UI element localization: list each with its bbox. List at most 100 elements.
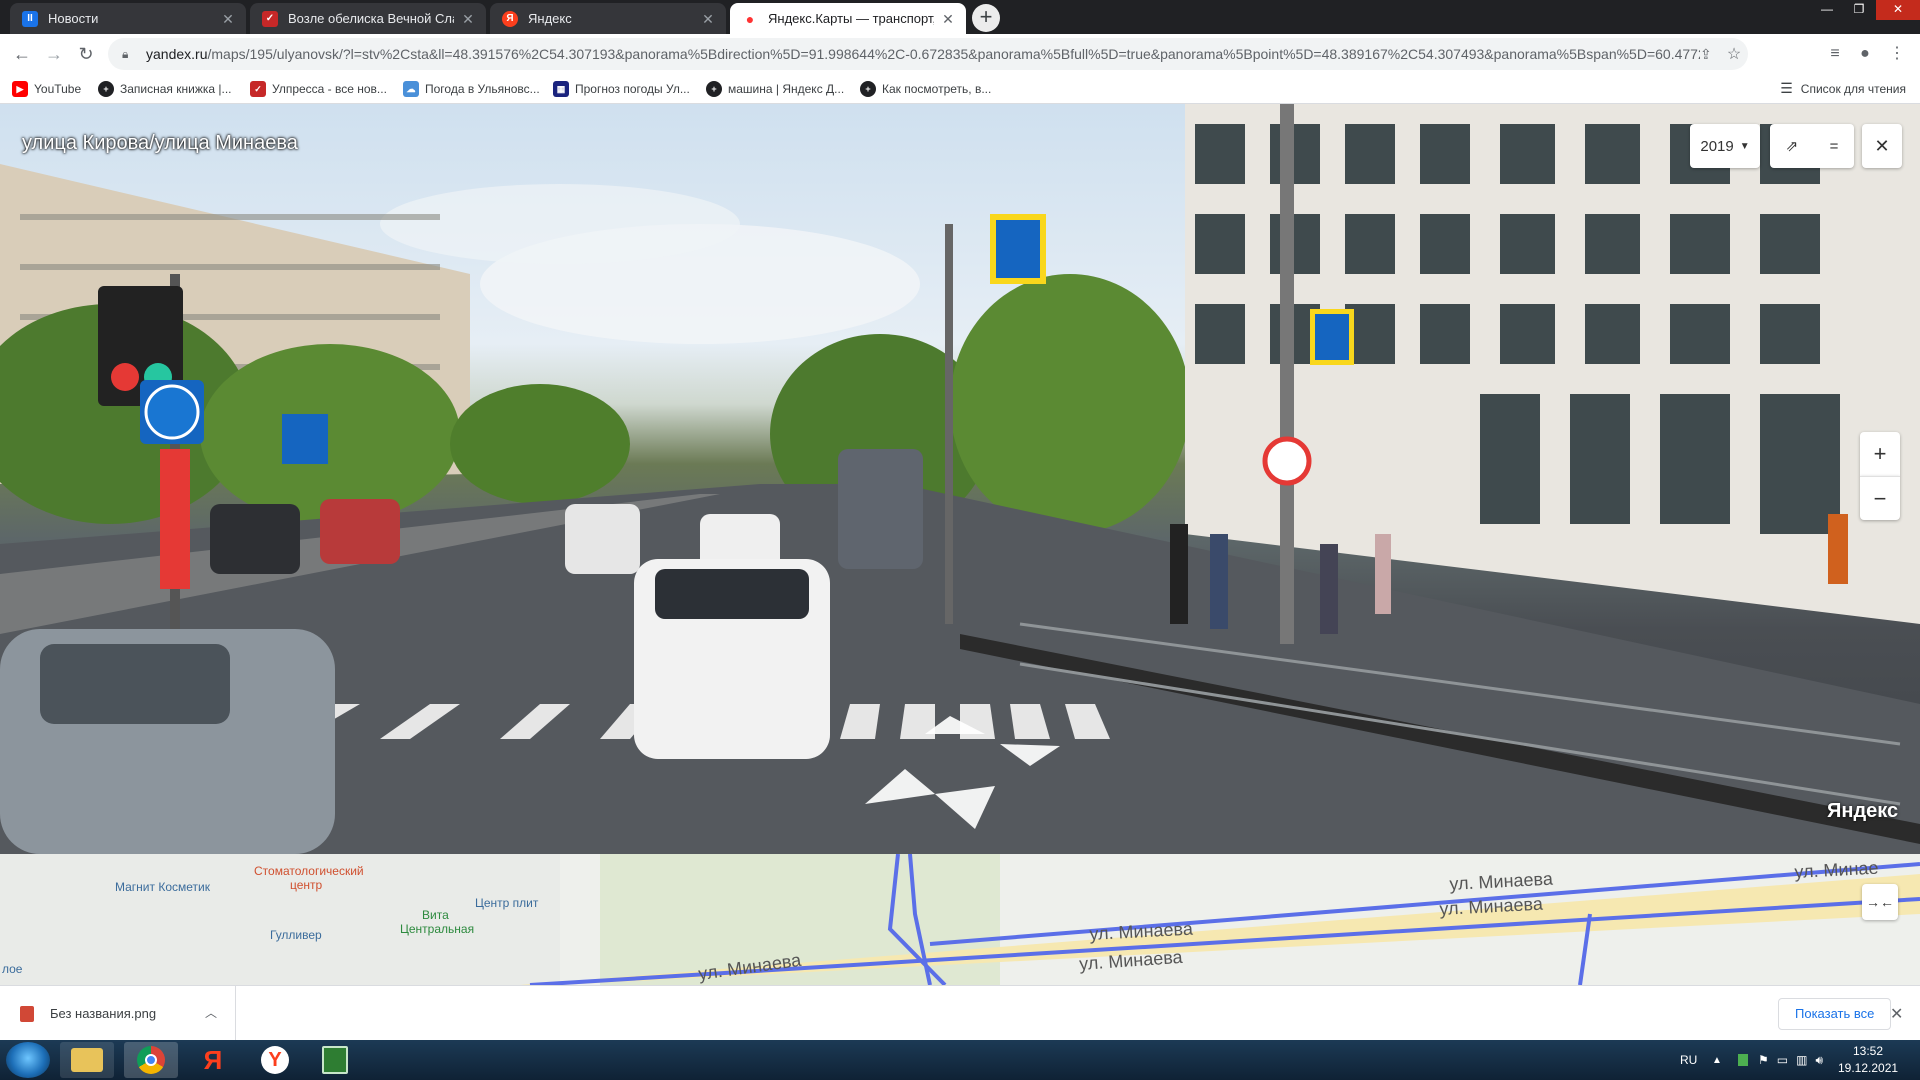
download-item[interactable]: Без названия.png (0, 986, 236, 1041)
show-all-downloads-button[interactable]: Показать все (1778, 998, 1892, 1030)
reading-list-icon: ☰ (1780, 80, 1793, 96)
tab-title: Новости (48, 11, 99, 26)
poi-label[interactable]: лое (2, 962, 22, 976)
panorama-scene (0, 104, 1920, 854)
zoom-out-button[interactable]: − (1860, 476, 1900, 520)
bookmark-car[interactable]: + машина | Яндекс Д... (706, 80, 844, 98)
clock-time: 13:52 (1852, 1044, 1884, 1058)
lock-icon[interactable]: 🔒︎ (122, 47, 134, 61)
panorama-street-label: улица Кирова/улица Минаева (22, 132, 298, 154)
poi-label[interactable]: Стоматологический (254, 864, 364, 878)
close-shelf-icon[interactable]: ✕ (1890, 1004, 1903, 1024)
plus-circle-icon: + (860, 81, 876, 97)
collapse-map-button[interactable]: →← (1862, 884, 1898, 920)
bookmark-ulpressa[interactable]: ✓ Улпресса - все нов... (250, 80, 387, 98)
bookmark-label: Как посмотреть, в... (882, 82, 992, 96)
close-window-button[interactable]: ✕ (1876, 0, 1920, 20)
url-text[interactable]: yandex.ru/maps/195/ulyanovsk/?l=stv%2Cst… (146, 46, 1700, 62)
tab-yandex-maps[interactable]: ● Яндекс.Карты — транспорт, нав ✕ (730, 3, 966, 34)
share-link-icon[interactable]: ⇗ (1786, 137, 1799, 155)
share-icon[interactable]: ⇪ (1700, 46, 1720, 63)
equal-icon[interactable]: = (1830, 138, 1839, 155)
tab-news[interactable]: II Новости ✕ (10, 3, 246, 34)
tab-yandex[interactable]: Я Яндекс ✕ (490, 3, 726, 34)
chevron-up-icon[interactable]: ︿ (205, 1004, 217, 1021)
language-label: RU (1680, 1053, 1698, 1067)
menu-kebab-icon[interactable]: ⋮ (1886, 43, 1908, 65)
bookmark-weather[interactable]: ☁ Погода в Ульяновс... (403, 80, 540, 98)
image-file-icon (20, 1005, 34, 1022)
forward-icon[interactable]: → (42, 42, 66, 66)
yandex-icon: Я (502, 10, 518, 27)
tray-app-icon[interactable] (1738, 1054, 1748, 1066)
flag-icon[interactable]: ⚑ (1758, 1053, 1769, 1067)
yandex-browser-icon[interactable]: Y (248, 1042, 302, 1078)
bookmark-label: машина | Яндекс Д... (728, 82, 845, 96)
bookmark-star-icon[interactable]: ☆ (1720, 44, 1748, 64)
youtube-icon: ▶ (12, 81, 28, 97)
panorama-view[interactable]: улица Кирова/улица Минаева 2019 ▼ ⇗ = ✕ … (0, 104, 1920, 854)
year-value: 2019 (1700, 137, 1734, 155)
spreadsheet-app-icon[interactable] (308, 1042, 362, 1078)
network-icon[interactable]: ▥ (1796, 1053, 1807, 1067)
poi-label[interactable]: Магнит Косметик (115, 880, 210, 894)
weather-icon: ☁ (403, 81, 419, 97)
poi-label[interactable]: Вита (422, 908, 449, 922)
plus-circle-icon: + (706, 81, 722, 97)
bookmark-forecast[interactable]: ▦ Прогноз погоды Ул... (553, 80, 690, 98)
bookmark-label: YouTube (34, 82, 82, 96)
reading-list-button[interactable]: ☰ Список для чтения (1780, 80, 1906, 97)
system-clock[interactable]: 13:52 19.12.2021 (1838, 1043, 1898, 1077)
street-label: ул. Минае (1793, 857, 1879, 883)
yandex-app-icon[interactable]: Я (186, 1042, 240, 1078)
poi-label[interactable]: Центр плит (475, 896, 538, 910)
bookmark-howto[interactable]: + Как посмотреть, в... (860, 80, 991, 98)
download-filename: Без названия.png (50, 1006, 157, 1021)
ulpressa-icon: ✓ (250, 81, 266, 97)
tab-title: Возле обелиска Вечной Славы (288, 11, 454, 26)
yandex-watermark: Яндекс (1827, 800, 1899, 822)
reading-list-label: Список для чтения (1800, 81, 1906, 96)
zoom-in-button[interactable]: + (1860, 432, 1900, 476)
start-button[interactable] (6, 1042, 50, 1078)
tab-obelisk[interactable]: ✓ Возле обелиска Вечной Славы ✕ (250, 3, 486, 34)
chrome-icon[interactable] (124, 1042, 178, 1078)
close-panorama-button[interactable]: ✕ (1862, 124, 1902, 168)
power-icon[interactable]: ▭ (1777, 1053, 1788, 1067)
back-icon[interactable]: ← (10, 42, 34, 66)
language-indicator[interactable]: RU (1680, 1040, 1697, 1080)
panorama-actions: ⇗ = (1770, 124, 1854, 168)
poi-label[interactable]: центр (290, 878, 322, 892)
poi-label[interactable]: Центральная (400, 922, 474, 936)
explorer-icon[interactable] (60, 1042, 114, 1078)
bookmark-label: Погода в Ульяновс... (425, 82, 540, 96)
clock-date: 19.12.2021 (1838, 1061, 1899, 1075)
media-control-icon[interactable]: ≡ (1824, 43, 1846, 65)
url-path: /maps/195/ulyanovsk/?l=stv%2Csta&ll=48.3… (207, 46, 1700, 62)
year-selector[interactable]: 2019 ▼ (1690, 124, 1760, 168)
close-tab-icon[interactable]: ✕ (940, 11, 956, 27)
bookmark-label: Записная книжка |... (120, 82, 232, 96)
mini-map[interactable]: Магнит Косметик Стоматологический центр … (0, 854, 1920, 985)
address-bar[interactable]: 🔒︎ yandex.ru/maps/195/ulyanovsk/?l=stv%2… (108, 38, 1748, 70)
close-tab-icon[interactable]: ✕ (220, 11, 236, 27)
poi-label[interactable]: Гулливер (270, 928, 322, 942)
plus-circle-icon: + (98, 81, 114, 97)
tab-strip: II Новости ✕ ✓ Возле обелиска Вечной Сла… (0, 0, 1920, 34)
bookmarks-bar: ▶ YouTube + Записная книжка |... ✓ Улпре… (0, 74, 1920, 104)
reload-icon[interactable]: ↻ (74, 42, 98, 66)
profile-avatar-icon[interactable]: ● (1854, 43, 1876, 65)
close-tab-icon[interactable]: ✕ (700, 11, 716, 27)
restore-button[interactable]: ❐ (1844, 0, 1874, 20)
bookmark-youtube[interactable]: ▶ YouTube (12, 80, 81, 98)
bookmark-label: Улпресса - все нов... (272, 82, 387, 96)
new-tab-button[interactable]: + (972, 4, 1000, 32)
ulpressa-icon: ✓ (262, 10, 278, 27)
tray-expand-icon[interactable]: ▲ (1712, 1040, 1722, 1080)
volume-icon[interactable]: 🔊︎ (1815, 1053, 1823, 1068)
bookmark-notebook[interactable]: + Записная книжка |... (98, 80, 232, 98)
minimize-button[interactable]: — (1812, 0, 1842, 20)
tab-title: Яндекс (528, 11, 572, 26)
close-tab-icon[interactable]: ✕ (460, 11, 476, 27)
chevron-down-icon: ▼ (1739, 140, 1750, 152)
